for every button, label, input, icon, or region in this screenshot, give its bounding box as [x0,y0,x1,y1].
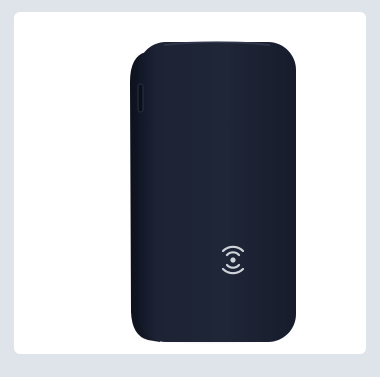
side-button [137,83,144,113]
page-background [0,0,380,377]
power-bank-image [130,41,296,344]
device-front-face [138,42,296,342]
product-card [14,12,366,354]
